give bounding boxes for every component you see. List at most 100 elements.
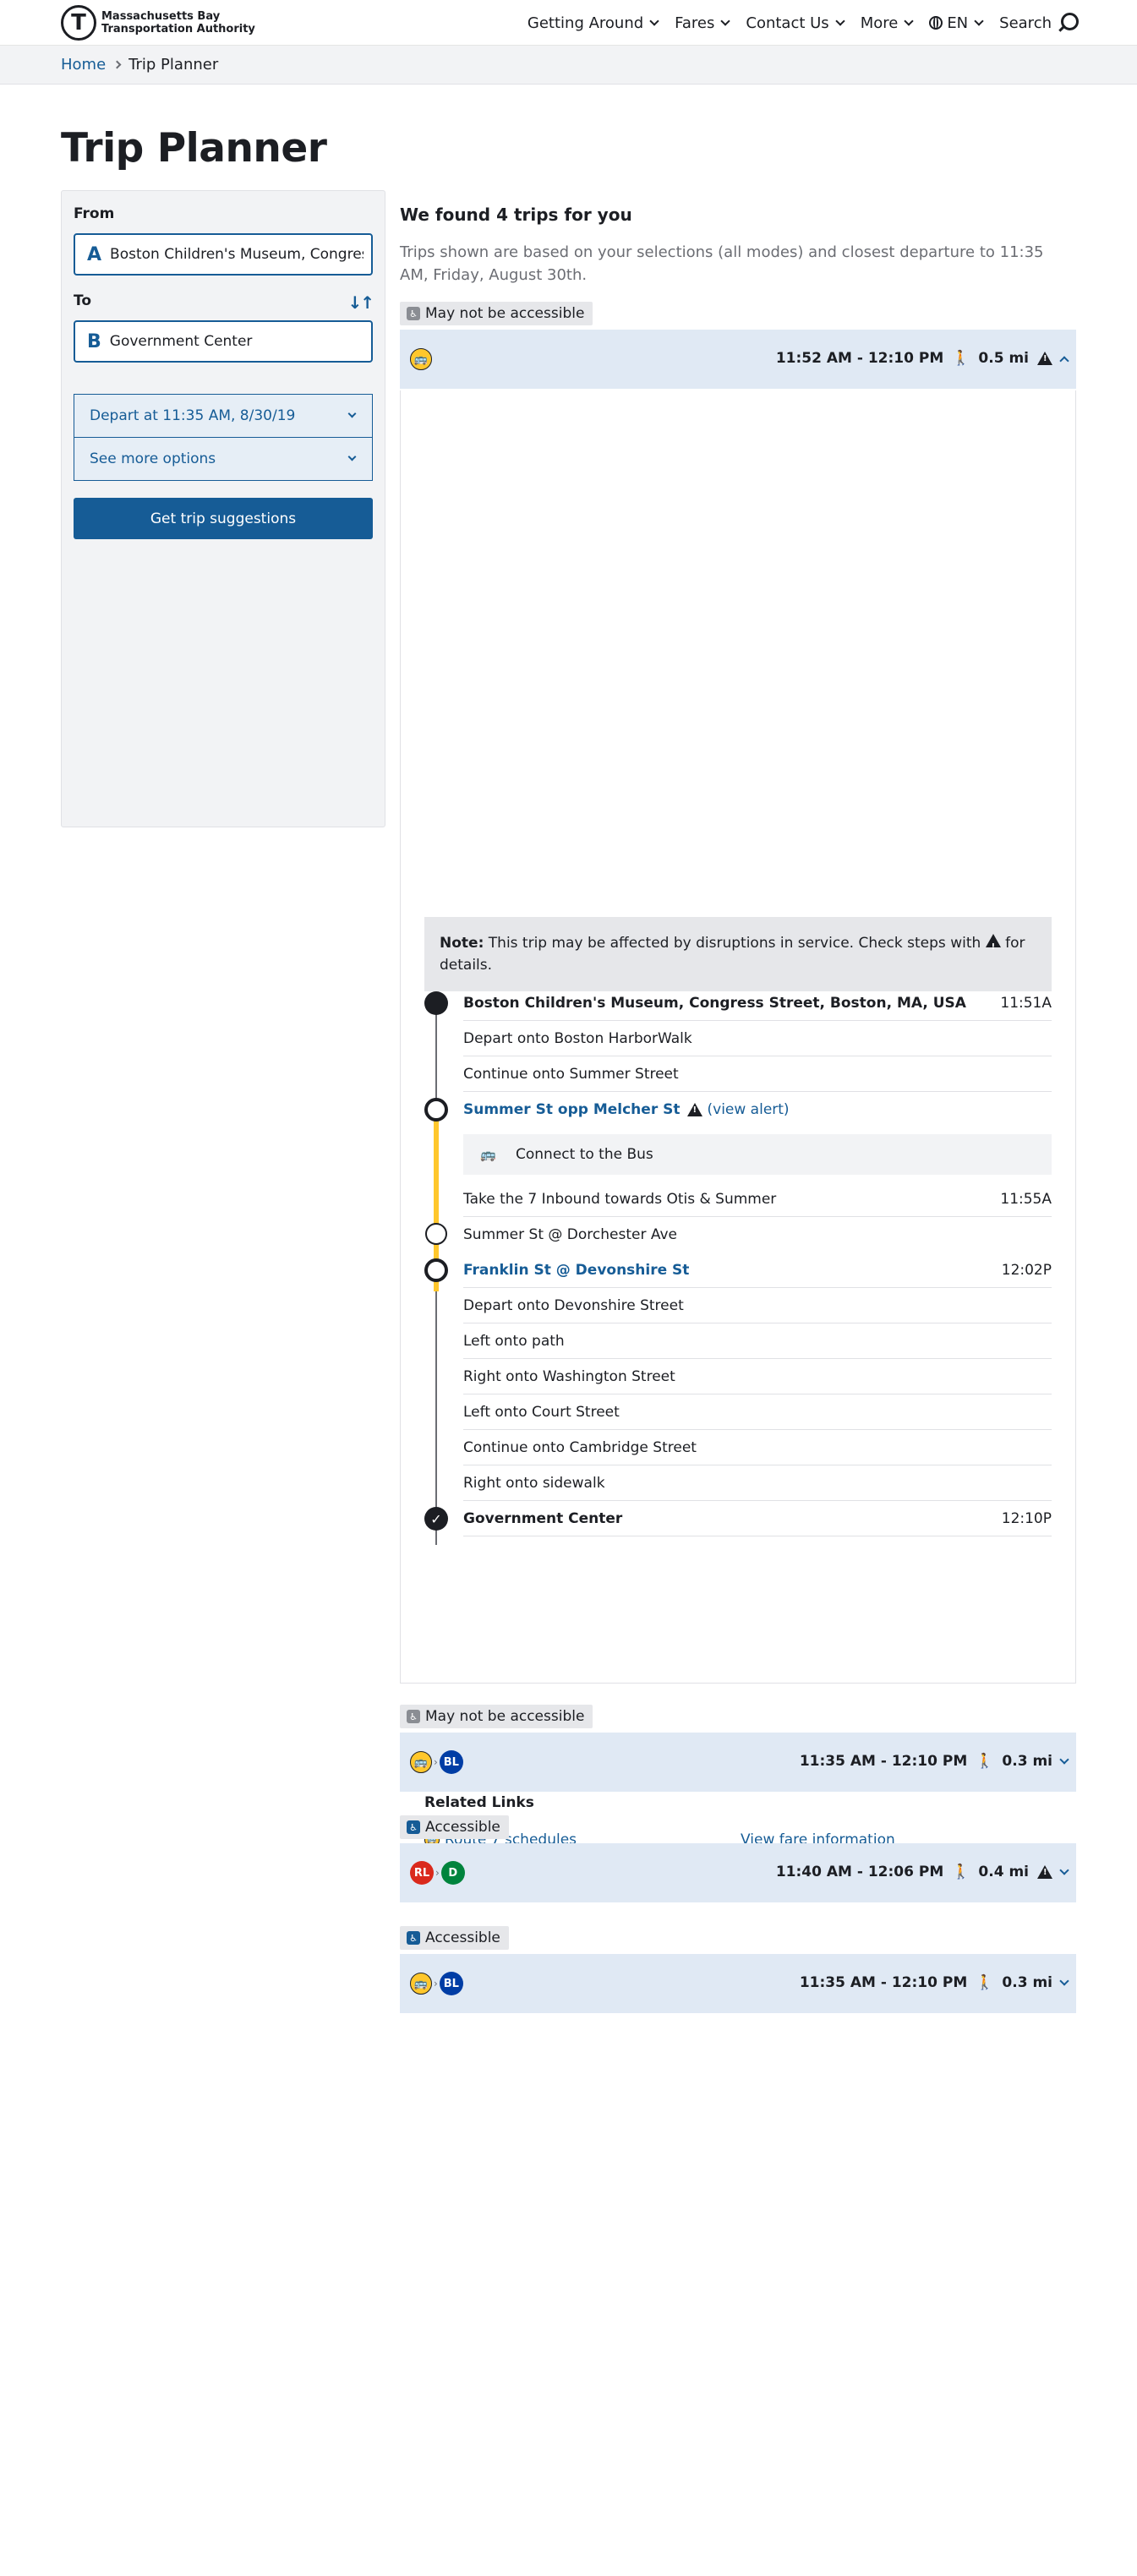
destination-name: Government Center (463, 1509, 623, 1527)
step-row: Left onto Court Street (463, 1394, 1052, 1430)
swap-direction-icon[interactable]: ↓↑ (347, 292, 374, 313)
more-options-label: See more options (90, 450, 216, 467)
trip-time: 11:40 AM - 12:06 PM (775, 1864, 944, 1880)
wheelchair-icon: ♿ (407, 1820, 420, 1834)
walk-icon: 🚶 (976, 1753, 994, 1770)
trip-4-header[interactable]: 🚌 › BL 11:35 AM - 12:10 PM 🚶 0.3 mi (400, 1954, 1076, 2013)
chevron-down-icon (347, 452, 357, 461)
trip-1-details: Note: This trip may be affected by disru… (400, 390, 1076, 1848)
chevron-down-icon (649, 15, 659, 26)
breadcrumb-home[interactable]: Home (61, 56, 106, 74)
nav-contact-us[interactable]: Contact Us (746, 14, 845, 32)
marker-b-icon: B (87, 330, 101, 352)
step-text: Depart onto Devonshire Street (463, 1296, 684, 1314)
from-field[interactable]: A (74, 233, 373, 276)
alight-stop-link[interactable]: Franklin St @ Devonshire St (463, 1262, 689, 1279)
main-nav: Getting Around Fares Contact Us More EN … (528, 12, 1079, 34)
view-alert-link[interactable]: (view alert) (708, 1101, 790, 1118)
breadcrumb: Home Trip Planner (0, 46, 1137, 85)
accessibility-badge: ♿ May not be accessible (400, 302, 593, 325)
alight-time: 12:02P (1001, 1261, 1052, 1279)
alert-icon (686, 1103, 702, 1116)
step-row: Depart onto Boston HarborWalk (463, 1021, 1052, 1056)
to-field[interactable]: B (74, 320, 373, 363)
depart-time-toggle[interactable]: Depart at 11:35 AM, 8/30/19 (74, 394, 373, 438)
chevron-right-icon: › (435, 1867, 440, 1879)
trip-time: 11:35 AM - 12:10 PM (799, 1974, 968, 1991)
chevron-up-icon (1059, 355, 1069, 366)
chevron-down-icon (904, 15, 914, 26)
accessibility-badge: ♿ Accessible (400, 1815, 509, 1839)
breadcrumb-current: Trip Planner (128, 56, 219, 74)
from-input[interactable] (110, 246, 364, 263)
disruption-note: Note: This trip may be affected by disru… (424, 917, 1052, 991)
get-trip-suggestions-button[interactable]: Get trip suggestions (74, 498, 373, 539)
search-button[interactable]: Search (999, 12, 1079, 34)
origin-time: 11:51A (1000, 994, 1052, 1012)
board-stop-node (424, 1098, 448, 1122)
accessibility-label: May not be accessible (425, 1708, 585, 1725)
note-text: This trip may be affected by disruptions… (488, 935, 981, 952)
logo-text: Massachusetts Bay Transportation Authori… (101, 10, 255, 35)
accessibility-badge: ♿ Accessible (400, 1926, 509, 1950)
walk-distance: 0.3 mi (1002, 1974, 1052, 1991)
green-line-d-icon: D (440, 1861, 465, 1885)
bus-icon: 🚌 (410, 348, 432, 370)
wheelchair-icon: ♿ (407, 1931, 420, 1945)
walk-icon: 🚶 (952, 1864, 970, 1880)
nav-getting-around[interactable]: Getting Around (528, 14, 659, 32)
note-bold: Note: (440, 935, 484, 952)
step-row: Depart onto Devonshire Street (463, 1288, 1052, 1323)
results-title: We found 4 trips for you (400, 205, 632, 225)
blue-line-icon: BL (439, 1972, 463, 1995)
nav-label: Contact Us (746, 14, 829, 32)
step-row: Right onto Washington Street (463, 1359, 1052, 1394)
more-options-toggle[interactable]: See more options (74, 437, 373, 481)
walk-icon: 🚶 (976, 1974, 994, 1991)
to-input[interactable] (109, 333, 364, 350)
destination-time: 12:10P (1001, 1509, 1052, 1527)
red-line-icon: RL (410, 1861, 434, 1885)
accessibility-label: May not be accessible (425, 305, 585, 322)
from-label: From (74, 205, 115, 222)
step-text: Depart onto Boston HarborWalk (463, 1029, 692, 1047)
nav-label: More (860, 14, 899, 32)
accessibility-label: Accessible (425, 1819, 500, 1836)
intermediate-stop-node (425, 1223, 447, 1245)
chevron-down-icon (720, 15, 731, 26)
step-row: Left onto path (463, 1323, 1052, 1359)
related-links-title: Related Links (424, 1794, 534, 1811)
search-icon (1056, 12, 1079, 34)
to-label: To (74, 292, 92, 309)
bus-icon: 🚌 (480, 1147, 496, 1162)
trip-3-header[interactable]: RL › D 11:40 AM - 12:06 PM 🚶 0.4 mi (400, 1843, 1076, 1902)
board-stop-link[interactable]: Summer St opp Melcher St (463, 1101, 681, 1118)
nav-more[interactable]: More (860, 14, 914, 32)
ride-row: Take the 7 Inbound towards Otis & Summer… (463, 1182, 1052, 1217)
trip-1-header[interactable]: 🚌 11:52 AM - 12:10 PM 🚶 0.5 mi (400, 330, 1076, 389)
wheelchair-icon: ♿ (407, 307, 420, 320)
step-text: Right onto sidewalk (463, 1474, 605, 1492)
walk-icon: 🚶 (952, 350, 970, 367)
trip-time: 11:35 AM - 12:10 PM (799, 1753, 968, 1770)
chevron-down-icon (347, 409, 357, 418)
trip-map[interactable] (401, 390, 1075, 900)
connect-banner: 🚌 Connect to the Bus (463, 1134, 1052, 1175)
chevron-down-icon (835, 15, 845, 26)
wheelchair-icon: ♿ (407, 1710, 420, 1723)
destination-check-icon: ✓ (424, 1507, 448, 1531)
mbta-t-logo-icon: T (61, 5, 96, 41)
search-label: Search (999, 14, 1052, 32)
site-header: T Massachusetts Bay Transportation Autho… (0, 0, 1137, 46)
step-row: Continue onto Cambridge Street (463, 1430, 1052, 1465)
trip-2-header[interactable]: 🚌 › BL 11:35 AM - 12:10 PM 🚶 0.3 mi (400, 1733, 1076, 1792)
nav-fares[interactable]: Fares (675, 14, 731, 32)
walk-line (435, 1003, 437, 1110)
language-selector[interactable]: EN (929, 14, 984, 32)
step-text: Continue onto Summer Street (463, 1065, 679, 1083)
connect-text: Connect to the Bus (516, 1146, 653, 1163)
mbta-logo[interactable]: T Massachusetts Bay Transportation Autho… (61, 5, 262, 41)
bus-icon: 🚌 (410, 1751, 432, 1773)
results-description: Trips shown are based on your selections… (400, 243, 1044, 284)
accessibility-label: Accessible (425, 1929, 500, 1946)
